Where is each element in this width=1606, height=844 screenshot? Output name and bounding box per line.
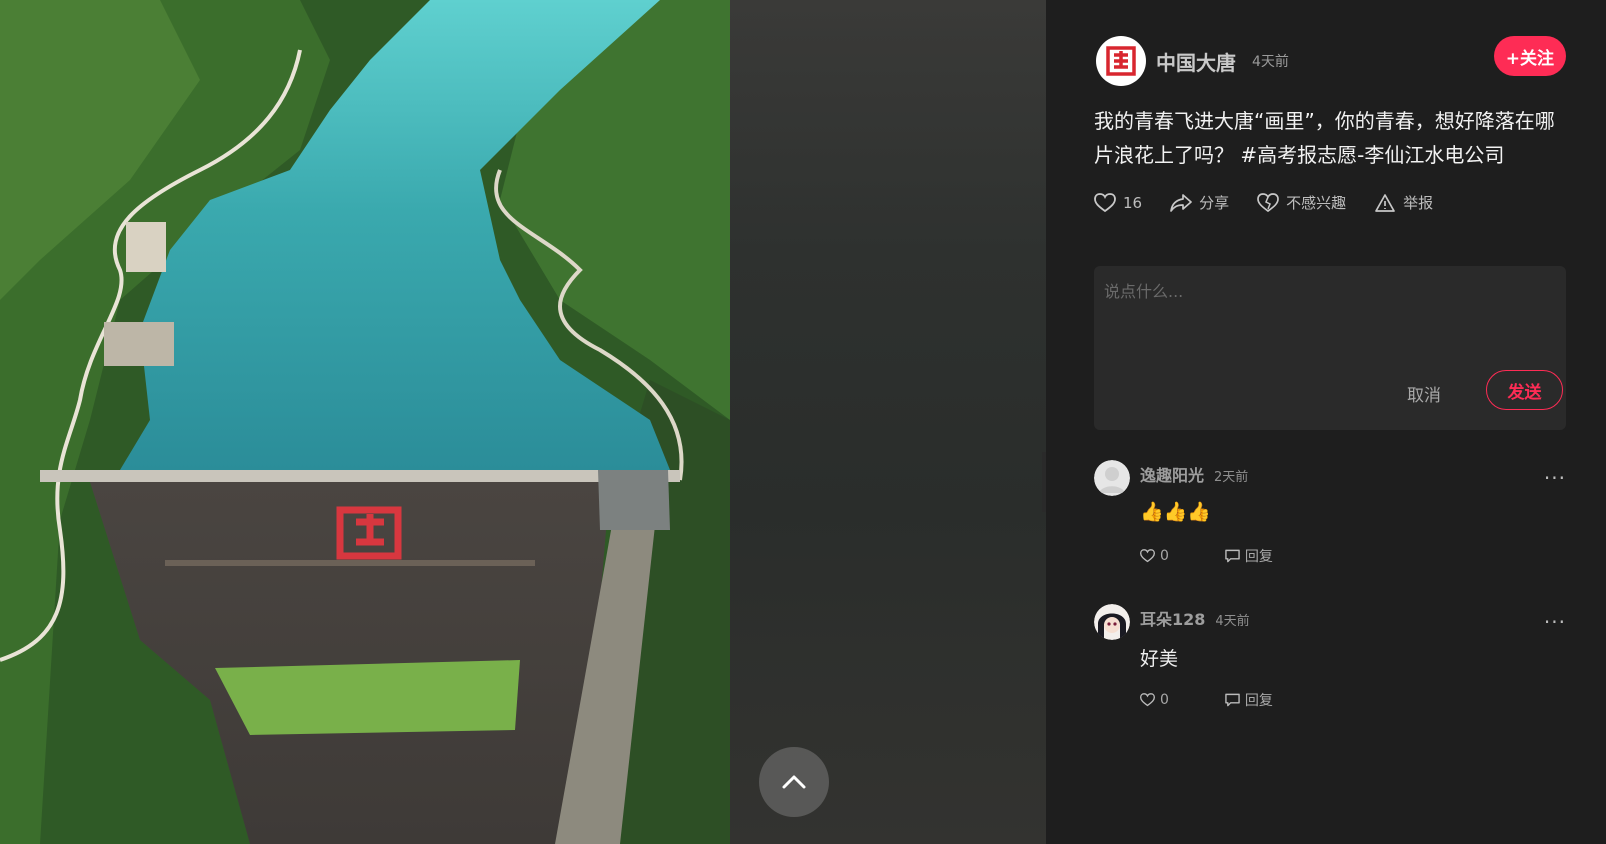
comment-time: 4天前	[1215, 614, 1250, 629]
author-name[interactable]: 中国大唐	[1156, 47, 1236, 76]
scroll-up-button[interactable]	[759, 747, 829, 817]
reply-label: 回复	[1244, 693, 1273, 709]
report-button[interactable]: 举报	[1374, 192, 1433, 213]
post-time: 4天前	[1252, 54, 1289, 70]
comment-actions: 0 回复	[1140, 546, 1329, 566]
reply-label: 回复	[1244, 549, 1273, 565]
send-button[interactable]: 发送	[1486, 370, 1563, 410]
comment-icon	[1225, 693, 1240, 707]
media-area	[0, 0, 1046, 844]
like-count: 16	[1123, 193, 1143, 212]
blurred-background	[730, 0, 1046, 844]
comment-time: 2天前	[1214, 470, 1249, 485]
comment-icon	[1225, 549, 1240, 563]
dam-landscape-image	[0, 0, 730, 844]
comment-like-button[interactable]: 0	[1140, 690, 1169, 710]
reply-button[interactable]: 回复	[1225, 690, 1273, 710]
post-sidebar: 中国大唐 4天前 +关注 我的青春飞进大唐“画里”，你的青春，想好降落在哪片浪花…	[1046, 0, 1606, 844]
anime-avatar-icon	[1094, 604, 1130, 640]
heart-icon	[1140, 693, 1155, 707]
comment-username[interactable]: 耳朵128	[1140, 610, 1205, 629]
comment-like-count: 0	[1160, 548, 1169, 564]
author-avatar[interactable]	[1096, 36, 1146, 86]
avatar[interactable]	[1094, 460, 1130, 496]
share-button[interactable]: 分享	[1170, 192, 1229, 213]
comment-input[interactable]	[1104, 278, 1554, 368]
comment-like-count: 0	[1160, 692, 1169, 708]
heart-icon	[1094, 192, 1116, 212]
not-interested-label: 不感兴趣	[1286, 194, 1347, 212]
avatar[interactable]	[1094, 604, 1130, 640]
like-button[interactable]: 16	[1094, 192, 1143, 213]
dislike-heart-icon	[1257, 192, 1279, 212]
report-label: 举报	[1403, 194, 1434, 212]
more-icon[interactable]: ...	[1544, 460, 1566, 484]
follow-button[interactable]: +关注	[1493, 36, 1566, 76]
heart-icon	[1140, 549, 1155, 563]
author-row: 中国大唐 4天前 +关注	[1096, 36, 1566, 86]
comment-user[interactable]: 耳朵128 4天前	[1140, 606, 1250, 630]
warning-icon	[1375, 193, 1395, 212]
share-icon	[1170, 193, 1192, 212]
post-actions: 16 分享 不感兴趣 举报	[1094, 192, 1461, 213]
share-label: 分享	[1199, 194, 1230, 212]
not-interested-button[interactable]: 不感兴趣	[1257, 192, 1346, 213]
app-page: 中国大唐 4天前 +关注 我的青春飞进大唐“画里”，你的青春，想好降落在哪片浪花…	[0, 0, 1606, 844]
comment-like-button[interactable]: 0	[1140, 546, 1169, 566]
datang-logo-icon	[1100, 40, 1142, 82]
chevron-up-icon	[782, 775, 806, 789]
comment-actions: 0 回复	[1140, 690, 1329, 710]
post-image[interactable]	[0, 0, 730, 844]
comment-username[interactable]: 逸趣阳光	[1140, 466, 1204, 485]
default-avatar-icon	[1094, 460, 1130, 496]
comment-text: 👍👍👍	[1140, 501, 1211, 523]
comment-user[interactable]: 逸趣阳光 2天前	[1140, 462, 1248, 486]
reply-button[interactable]: 回复	[1225, 546, 1273, 566]
comment-composer: 取消 发送	[1094, 266, 1566, 430]
cancel-button[interactable]: 取消	[1407, 381, 1441, 406]
post-description: 我的青春飞进大唐“画里”，你的青春，想好降落在哪片浪花上了吗？ #高考报志愿-李…	[1094, 109, 1555, 167]
comment-text: 好美	[1140, 648, 1179, 670]
more-icon[interactable]: ...	[1544, 604, 1566, 628]
